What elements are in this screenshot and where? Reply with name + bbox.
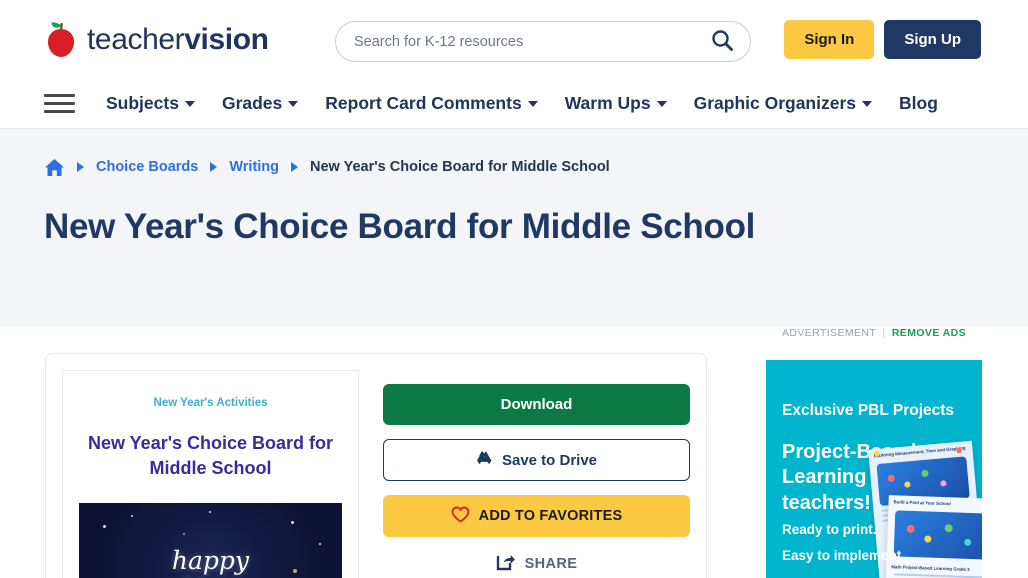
- search-bar[interactable]: [335, 21, 751, 62]
- chevron-right-icon: [77, 162, 84, 172]
- chevron-down-icon: [862, 100, 873, 107]
- breadcrumb: Choice Boards Writing New Year's Choice …: [44, 155, 1028, 179]
- page-hero: Choice Boards Writing New Year's Choice …: [0, 129, 1028, 327]
- heart-outline-icon: [451, 506, 470, 527]
- nav-item-grades[interactable]: Grades: [221, 93, 299, 114]
- nav-item-label: Warm Ups: [564, 93, 651, 113]
- nav-links: Subjects Grades Report Card Comments War…: [106, 93, 938, 114]
- nav-item-report-card-comments[interactable]: Report Card Comments: [325, 93, 538, 114]
- preview-title: New Year's Choice Board for Middle Schoo…: [87, 433, 334, 479]
- download-label: Download: [500, 396, 573, 413]
- save-to-drive-label: Save to Drive: [501, 451, 598, 469]
- preview-kicker: New Year's Activities: [153, 397, 268, 409]
- hamburger-icon[interactable]: [44, 91, 78, 117]
- share-icon: [496, 553, 515, 576]
- nav-item-label: Grades: [221, 93, 283, 113]
- remove-ads-link[interactable]: REMOVE ADS: [892, 327, 966, 339]
- chevron-down-icon: [184, 100, 195, 107]
- ad-label-row: ADVERTISEMENT | REMOVE ADS: [766, 327, 982, 339]
- main-navigation: Subjects Grades Report Card Comments War…: [0, 79, 1028, 129]
- ad-sub-line-1: Ready to print.: [782, 522, 877, 537]
- breadcrumb-item-writing[interactable]: Writing: [229, 159, 279, 175]
- logo-word-vision: vision: [184, 22, 269, 56]
- save-to-drive-button[interactable]: Save to Drive: [383, 439, 690, 481]
- breadcrumb-item-current: New Year's Choice Board for Middle Schoo…: [310, 159, 610, 175]
- nav-item-label: Report Card Comments: [325, 93, 522, 113]
- ad-heading-small: Exclusive PBL Projects: [782, 402, 955, 419]
- preview-image-script-text: happy New Year: [79, 547, 342, 578]
- share-button[interactable]: SHARE: [383, 553, 690, 575]
- chevron-right-icon: [210, 162, 218, 172]
- new-year-fireworks-image: happy New Year: [79, 503, 342, 578]
- apple-icon: [44, 21, 78, 59]
- chevron-down-icon: [527, 100, 538, 107]
- nav-item-label: Blog: [899, 93, 938, 113]
- home-icon[interactable]: [44, 158, 65, 177]
- nav-item-label: Graphic Organizers: [693, 93, 857, 113]
- ad-label-advertisement: ADVERTISEMENT: [781, 327, 877, 339]
- ad-label-separator: |: [882, 327, 886, 339]
- resource-actions: Download Save to Drive ADD TO FAVORITES …: [383, 370, 690, 578]
- script-line-1: happy: [171, 546, 250, 576]
- share-label: SHARE: [524, 556, 578, 572]
- chevron-down-icon: [656, 100, 667, 107]
- google-drive-icon: [476, 450, 493, 470]
- resource-card: New Year's Activities New Year's Choice …: [45, 353, 707, 578]
- add-to-favorites-label: ADD TO FAVORITES: [478, 508, 623, 524]
- search-button[interactable]: [708, 28, 736, 55]
- sign-up-button[interactable]: Sign Up: [884, 20, 981, 59]
- logo-word-teacher: teacher: [87, 22, 185, 56]
- search-icon: [710, 28, 734, 55]
- nav-item-label: Subjects: [106, 93, 179, 113]
- search-input[interactable]: [354, 33, 708, 50]
- download-button[interactable]: Download: [383, 384, 690, 425]
- logo-wordmark: teachervision: [87, 22, 269, 56]
- add-to-favorites-button[interactable]: ADD TO FAVORITES: [383, 495, 690, 537]
- resource-preview[interactable]: New Year's Activities New Year's Choice …: [62, 370, 359, 578]
- page-title: New Year's Choice Board for Middle Schoo…: [44, 207, 756, 246]
- breadcrumb-item-choice-boards[interactable]: Choice Boards: [96, 159, 198, 175]
- nav-item-warm-ups[interactable]: Warm Ups: [565, 93, 667, 114]
- nav-item-blog[interactable]: Blog: [899, 93, 938, 114]
- site-header: teachervision Sign In Sign Up: [0, 0, 1028, 79]
- ad-art-card-front: Build a Pool at Your School Math Project…: [883, 495, 982, 578]
- ad-sub-line-2: Easy to implement.: [782, 548, 906, 563]
- nav-item-subjects[interactable]: Subjects: [106, 93, 195, 114]
- auth-buttons: Sign In Sign Up: [784, 20, 981, 59]
- ad-art-card-title-2: Build a Pool at Your School: [893, 499, 951, 507]
- advertisement-rail: ADVERTISEMENT | REMOVE ADS Exclusive PBL…: [766, 327, 982, 578]
- site-logo[interactable]: teachervision: [44, 16, 269, 64]
- nav-item-graphic-organizers[interactable]: Graphic Organizers: [693, 93, 873, 114]
- chevron-down-icon: [288, 100, 299, 107]
- chevron-right-icon: [291, 162, 299, 172]
- sign-in-button[interactable]: Sign In: [784, 20, 875, 59]
- main-content: New Year's Activities New Year's Choice …: [0, 327, 1028, 578]
- advertisement-banner[interactable]: Exclusive PBL Projects Project-Based Lea…: [766, 360, 982, 578]
